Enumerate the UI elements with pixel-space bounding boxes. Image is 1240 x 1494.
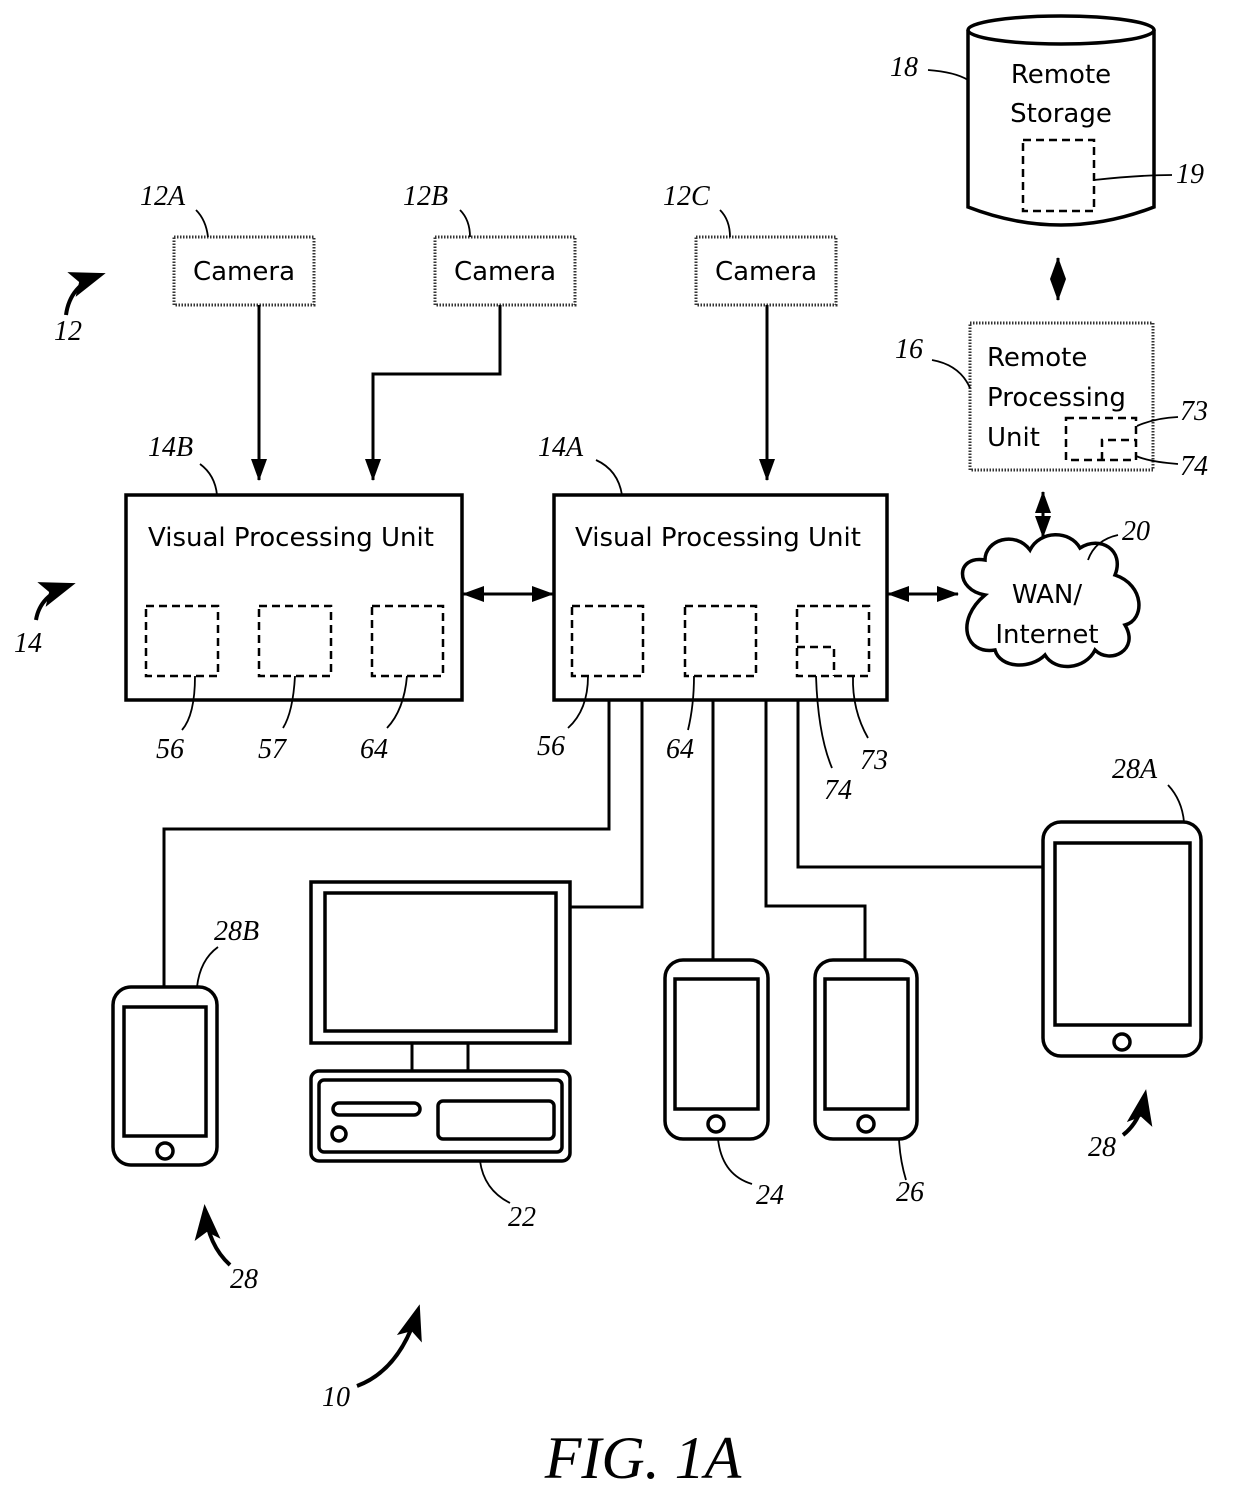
device-connections	[162, 700, 1042, 987]
system-arrow-icon	[356, 1304, 422, 1388]
vpu-ref: 14A	[538, 432, 584, 463]
wan-label-line2: Internet	[995, 620, 1098, 650]
group-arrow-icon	[64, 272, 106, 316]
phone-26: 26	[813, 958, 924, 1208]
module-ref: 73	[860, 745, 888, 776]
system-diagram: 12 Camera 12A Camera 12B Camera 12C Remo…	[14, 14, 1208, 1491]
leader-line	[195, 209, 209, 238]
camera-ref: 12A	[140, 181, 186, 212]
leader-line	[1167, 784, 1185, 823]
system-ref: 10	[322, 1382, 350, 1413]
leader-line	[719, 209, 731, 238]
home-button-icon	[1112, 1032, 1132, 1052]
group-arrow-icon	[1121, 1089, 1153, 1137]
module-ref: 56	[156, 734, 184, 765]
module-ref: 56	[537, 731, 565, 762]
desktop-22: 22	[309, 880, 572, 1233]
wan-label-line1: WAN/	[1012, 580, 1083, 610]
device-ref: 26	[896, 1177, 924, 1208]
storage-label-line2: Storage	[1010, 99, 1112, 129]
camera-12a: Camera 12A	[140, 181, 316, 307]
phone-screen	[673, 977, 760, 1111]
leader-line	[479, 1160, 511, 1204]
rpu-label-line2: Processing	[987, 383, 1126, 413]
rpu-label-line1: Remote	[987, 343, 1087, 373]
tablet-screen	[1053, 841, 1192, 1027]
device-ref: 28B	[214, 916, 259, 947]
camera-label: Camera	[715, 257, 817, 287]
rpu-module-ref: 73	[1180, 396, 1208, 427]
vpu-group-ref: 14	[14, 628, 42, 659]
camera-label: Camera	[454, 257, 556, 287]
storage-ref: 18	[890, 52, 918, 83]
vpu-label: Visual Processing Unit	[148, 523, 434, 553]
camera-label: Camera	[193, 257, 295, 287]
connector-12b-14b	[365, 305, 502, 481]
leader-line	[459, 209, 471, 238]
leader-line	[196, 946, 219, 988]
power-button-icon	[330, 1125, 348, 1143]
tablet-28a: 28A	[1041, 754, 1203, 1058]
connector-14a-26	[764, 700, 867, 960]
storage-module-ref: 19	[1176, 159, 1204, 190]
device-ref: 22	[508, 1202, 536, 1233]
group-arrow-icon	[194, 1204, 232, 1267]
remote-storage: Remote Storage 18 19	[890, 14, 1204, 227]
leader-line	[931, 359, 971, 389]
wan-ref: 20	[1122, 516, 1150, 547]
group-arrow-icon	[34, 582, 76, 621]
camera-12c: Camera 12C	[663, 181, 838, 307]
module-ref: 64	[666, 734, 694, 765]
device-group-ref-2: 28	[1088, 1132, 1116, 1163]
leader-line	[717, 1138, 753, 1185]
figure-title: FIG. 1A	[544, 1425, 742, 1491]
leader-line	[199, 463, 218, 496]
rpu-submodule-ref: 74	[1180, 451, 1208, 482]
device-ref: 24	[756, 1180, 784, 1211]
connector-14a-22	[570, 700, 644, 909]
leader-line	[927, 69, 969, 81]
camera-group: 12 Camera 12A Camera 12B Camera 12C	[54, 181, 838, 347]
camera-connections	[251, 305, 775, 481]
camera-ref: 12B	[403, 181, 448, 212]
phone-28b: 28B	[111, 916, 259, 1167]
camera-group-ref: 12	[54, 316, 82, 347]
submodule-ref: 74	[824, 775, 852, 806]
leader-line	[595, 459, 623, 496]
rpu-ref: 16	[895, 334, 923, 365]
leader-line	[898, 1138, 907, 1181]
remote-processing-unit: Remote Processing Unit 16 73 74	[895, 321, 1208, 482]
phone-24: 24	[663, 958, 784, 1211]
vpu-14b: Visual Processing Unit 14B 56 57 64	[124, 432, 464, 765]
camera-ref: 12C	[663, 181, 710, 212]
drive-bay	[436, 1099, 556, 1141]
vpu-label: Visual Processing Unit	[575, 523, 861, 553]
rpu-label-line3: Unit	[987, 423, 1040, 453]
home-button-icon	[856, 1114, 876, 1134]
home-button-icon	[155, 1141, 175, 1161]
phone-screen	[823, 977, 910, 1111]
vpu-ref: 14B	[148, 432, 193, 463]
home-button-icon	[706, 1114, 726, 1134]
storage-cylinder-top	[966, 14, 1156, 46]
phone-screen	[122, 1005, 208, 1138]
wan-cloud: WAN/ Internet 20	[960, 516, 1150, 669]
monitor-screen	[323, 891, 558, 1033]
module-ref: 64	[360, 734, 388, 765]
disk-drive-slot-icon	[331, 1101, 422, 1117]
module-ref: 57	[258, 734, 287, 765]
camera-12b: Camera 12B	[403, 181, 577, 307]
device-ref: 28A	[1112, 754, 1158, 785]
storage-label-line1: Remote	[1011, 60, 1111, 90]
device-group-ref: 28	[230, 1264, 258, 1295]
